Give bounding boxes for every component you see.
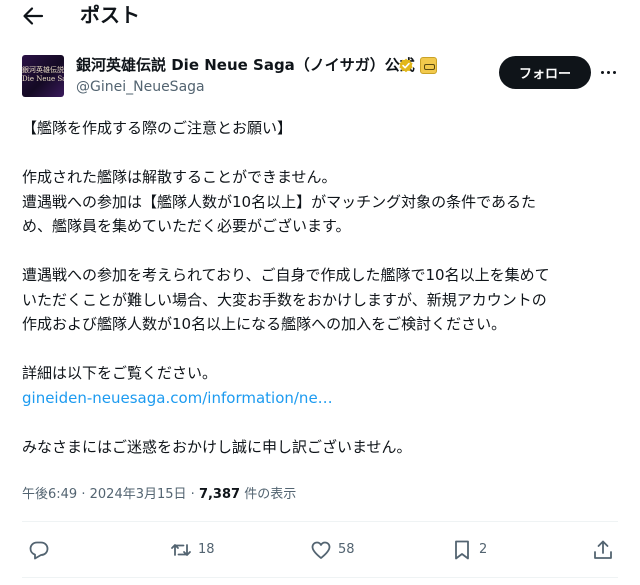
heart-icon bbox=[311, 541, 331, 559]
more-horizontal-icon bbox=[601, 71, 604, 74]
more-dot bbox=[607, 71, 610, 74]
author-name[interactable]: 銀河英雄伝説 Die Neue Saga（ノイサガ）公式 bbox=[76, 55, 415, 75]
avatar-logo-subtitle: Die Neue Saga bbox=[22, 75, 64, 83]
action-bar: 18 58 2 bbox=[0, 533, 640, 567]
author-handle[interactable]: @Ginei_NeueSaga bbox=[76, 78, 205, 96]
divider bbox=[22, 577, 618, 578]
bookmark-count: 2 bbox=[479, 542, 488, 557]
verified-badge-icon[interactable] bbox=[398, 58, 414, 74]
tweet-meta: 午後6:49 · 2024年3月15日 · 7,387 件の表示 bbox=[22, 486, 296, 504]
meta-separator: · bbox=[81, 487, 86, 502]
tweet-closing: みなさまにはご迷惑をおかけし誠に申し訳ございません。 bbox=[22, 437, 412, 456]
tweet-line: 【艦隊を作成する際のご注意とお願い】 bbox=[22, 119, 293, 137]
tweet-link[interactable]: gineiden-neuesaga.com/information/ne… bbox=[22, 389, 333, 407]
tweet-line: 作成された艦隊は解散することができません。 bbox=[22, 168, 337, 186]
repost-count: 18 bbox=[198, 542, 215, 557]
tweet-line: 遭遇戦への参加は【艦隊人数が10名以上】がマッチング対象の条件であるた bbox=[22, 192, 536, 211]
post-time[interactable]: 午後6:49 bbox=[22, 487, 77, 502]
more-options-button[interactable] bbox=[598, 62, 620, 82]
tweet-line: 詳細は以下をご覧ください。 bbox=[22, 364, 218, 382]
tweet-line: 遭遇戦への参加を考えられており、ご自身で作成した艦隊で10名以上を集めて bbox=[22, 266, 550, 284]
avatar[interactable]: 銀河英雄伝説 Die Neue Saga bbox=[22, 55, 64, 97]
views-count: 7,387 bbox=[198, 487, 241, 502]
bookmark-icon bbox=[455, 540, 469, 560]
avatar-logo-title: 銀河英雄伝説 bbox=[22, 66, 64, 74]
share-icon bbox=[594, 540, 612, 559]
back-button[interactable] bbox=[20, 4, 46, 28]
tweet-link-line: gineiden-neuesaga.com/information/ne… bbox=[22, 386, 622, 411]
reply-icon bbox=[29, 541, 49, 560]
divider bbox=[22, 521, 618, 522]
affiliate-badge-icon[interactable] bbox=[420, 57, 437, 74]
meta-separator: · bbox=[190, 487, 195, 502]
tweet-text: 【艦隊を作成する際のご注意とお願い】 作成された艦隊は解散することができません。… bbox=[22, 116, 622, 459]
repost-icon bbox=[171, 544, 191, 556]
views-label: 件の表示 bbox=[244, 487, 297, 502]
post-date[interactable]: 2024年3月15日 bbox=[90, 487, 187, 502]
arrow-left-icon bbox=[23, 7, 44, 25]
follow-button[interactable]: フォロー bbox=[499, 56, 591, 89]
top-bar: ポスト bbox=[0, 0, 640, 34]
like-count: 58 bbox=[338, 542, 355, 557]
tweet-line: いただくことが難しい場合、大変お手数をおかけしますが、新規アカウントの bbox=[22, 290, 547, 309]
tweet-line: め、艦隊員を集めていただく必要がございます。 bbox=[22, 217, 351, 235]
more-dot bbox=[613, 71, 616, 74]
avatar-logo: 銀河英雄伝説 Die Neue Saga bbox=[22, 66, 64, 84]
page-title: ポスト bbox=[80, 3, 140, 27]
tweet-line: 作成および艦隊人数が10名以上になる艦隊への加入をご検討ください。 bbox=[22, 315, 507, 333]
